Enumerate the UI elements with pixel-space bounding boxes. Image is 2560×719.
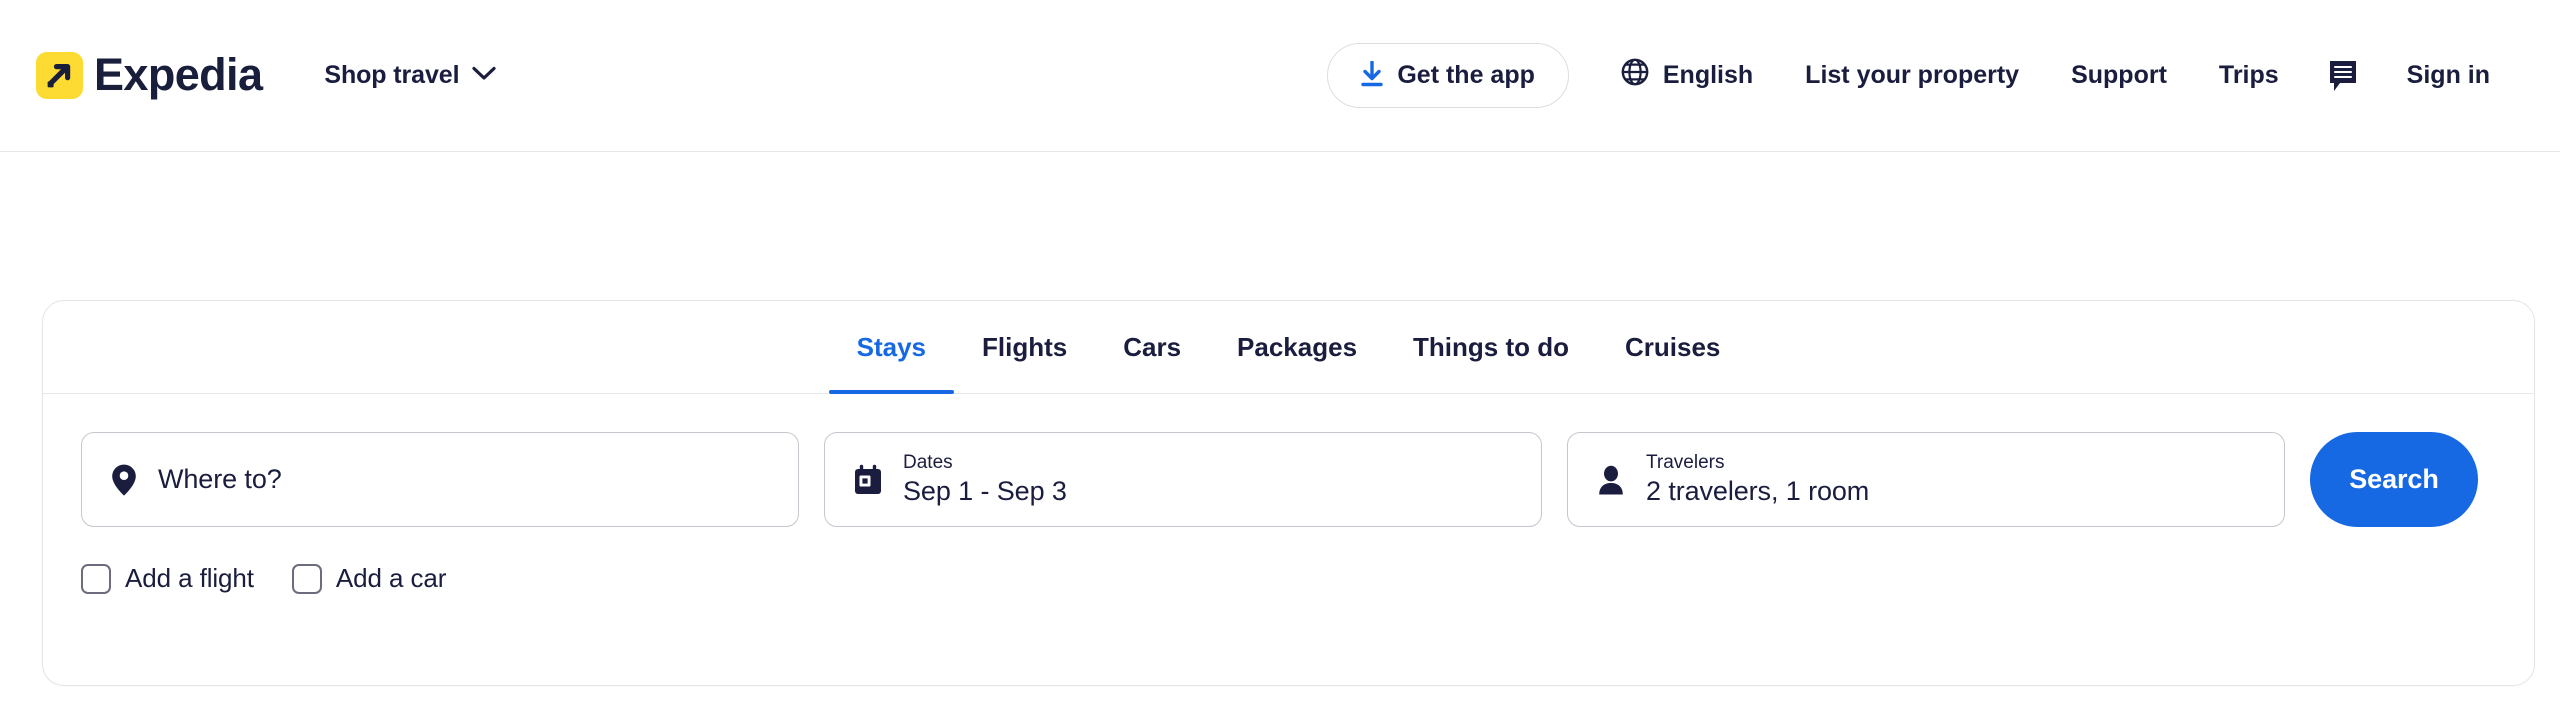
tab-label: Flights: [982, 331, 1068, 362]
expedia-wordmark: Expedia: [94, 48, 263, 100]
expedia-logo-icon: [36, 52, 83, 99]
nav-link-label: Trips: [2218, 61, 2279, 89]
calendar-icon: [853, 464, 883, 496]
chat-bubble-icon[interactable]: [2305, 45, 2381, 107]
destination-text: Where to?: [158, 464, 282, 495]
language-selector[interactable]: English: [1595, 44, 1779, 107]
download-icon: [1361, 60, 1384, 90]
tab-label: Cars: [1123, 331, 1182, 362]
language-label: English: [1662, 61, 1754, 89]
nav-link-label: Support: [2071, 61, 2167, 89]
dates-value: Sep 1 - Sep 3: [903, 476, 1067, 507]
expedia-homepage: Expedia Shop travel Get the app English …: [0, 0, 2560, 719]
travelers-field[interactable]: Travelers 2 travelers, 1 room: [1567, 432, 2285, 527]
get-the-app-button[interactable]: Get the app: [1327, 43, 1569, 108]
tab-label: Packages: [1237, 331, 1358, 362]
get-the-app-label: Get the app: [1397, 61, 1535, 89]
tab-flights[interactable]: Flights: [954, 301, 1095, 393]
header-left-group: Expedia Shop travel: [36, 48, 497, 100]
search-widget-card: Stays Flights Cars Packages Things to do…: [42, 300, 2535, 686]
header-right-group: Get the app English List your property S…: [1327, 43, 2516, 108]
chevron-down-icon: [472, 66, 497, 86]
dates-text: Dates Sep 1 - Sep 3: [903, 452, 1067, 508]
tab-cruises[interactable]: Cruises: [1597, 301, 1748, 393]
nav-list-your-property[interactable]: List your property: [1779, 47, 2045, 104]
site-header: Expedia Shop travel Get the app English …: [0, 0, 2560, 152]
travelers-value: 2 travelers, 1 room: [1646, 476, 1870, 507]
dates-field[interactable]: Dates Sep 1 - Sep 3: [824, 432, 1542, 527]
destination-field[interactable]: Where to?: [81, 432, 799, 527]
add-a-car-option[interactable]: Add a car: [291, 563, 447, 594]
tab-stays[interactable]: Stays: [828, 301, 955, 394]
tab-label: Things to do: [1413, 331, 1569, 362]
nav-link-label: List your property: [1805, 61, 2020, 89]
tab-label: Cruises: [1625, 331, 1721, 362]
search-tabs: Stays Flights Cars Packages Things to do…: [43, 301, 2534, 394]
expedia-logo-link[interactable]: Expedia: [36, 48, 263, 100]
search-options-row: Add a flight Add a car: [81, 563, 2496, 594]
sign-in-link[interactable]: Sign in: [2381, 47, 2516, 104]
person-icon: [1596, 464, 1626, 496]
search-fields-row: Where to? Dates Sep 1 - Sep 3 Travelers …: [81, 432, 2496, 527]
travelers-text: Travelers 2 travelers, 1 room: [1646, 452, 1869, 508]
add-a-car-checkbox[interactable]: [291, 563, 322, 594]
shop-travel-menu[interactable]: Shop travel: [324, 61, 497, 90]
nav-trips[interactable]: Trips: [2193, 47, 2305, 104]
shop-travel-label: Shop travel: [324, 61, 460, 89]
globe-icon: [1621, 58, 1649, 93]
add-a-flight-checkbox[interactable]: [81, 563, 111, 594]
search-button[interactable]: Search: [2310, 432, 2478, 527]
travelers-label: Travelers: [1646, 451, 1725, 473]
tab-things-to-do[interactable]: Things to do: [1385, 301, 1597, 393]
destination-placeholder: Where to?: [158, 464, 282, 494]
add-a-flight-option[interactable]: Add a flight: [81, 563, 254, 594]
nav-support[interactable]: Support: [2045, 47, 2193, 104]
dates-label: Dates: [903, 451, 953, 473]
tab-label: Stays: [856, 331, 926, 362]
search-form: Where to? Dates Sep 1 - Sep 3 Travelers …: [43, 394, 2534, 594]
tab-cars[interactable]: Cars: [1095, 301, 1209, 393]
add-a-flight-label: Add a flight: [125, 563, 254, 593]
sign-in-label: Sign in: [2406, 61, 2490, 89]
add-a-car-label: Add a car: [335, 563, 447, 593]
tab-packages[interactable]: Packages: [1209, 301, 1385, 393]
location-pin-icon: [110, 463, 138, 497]
